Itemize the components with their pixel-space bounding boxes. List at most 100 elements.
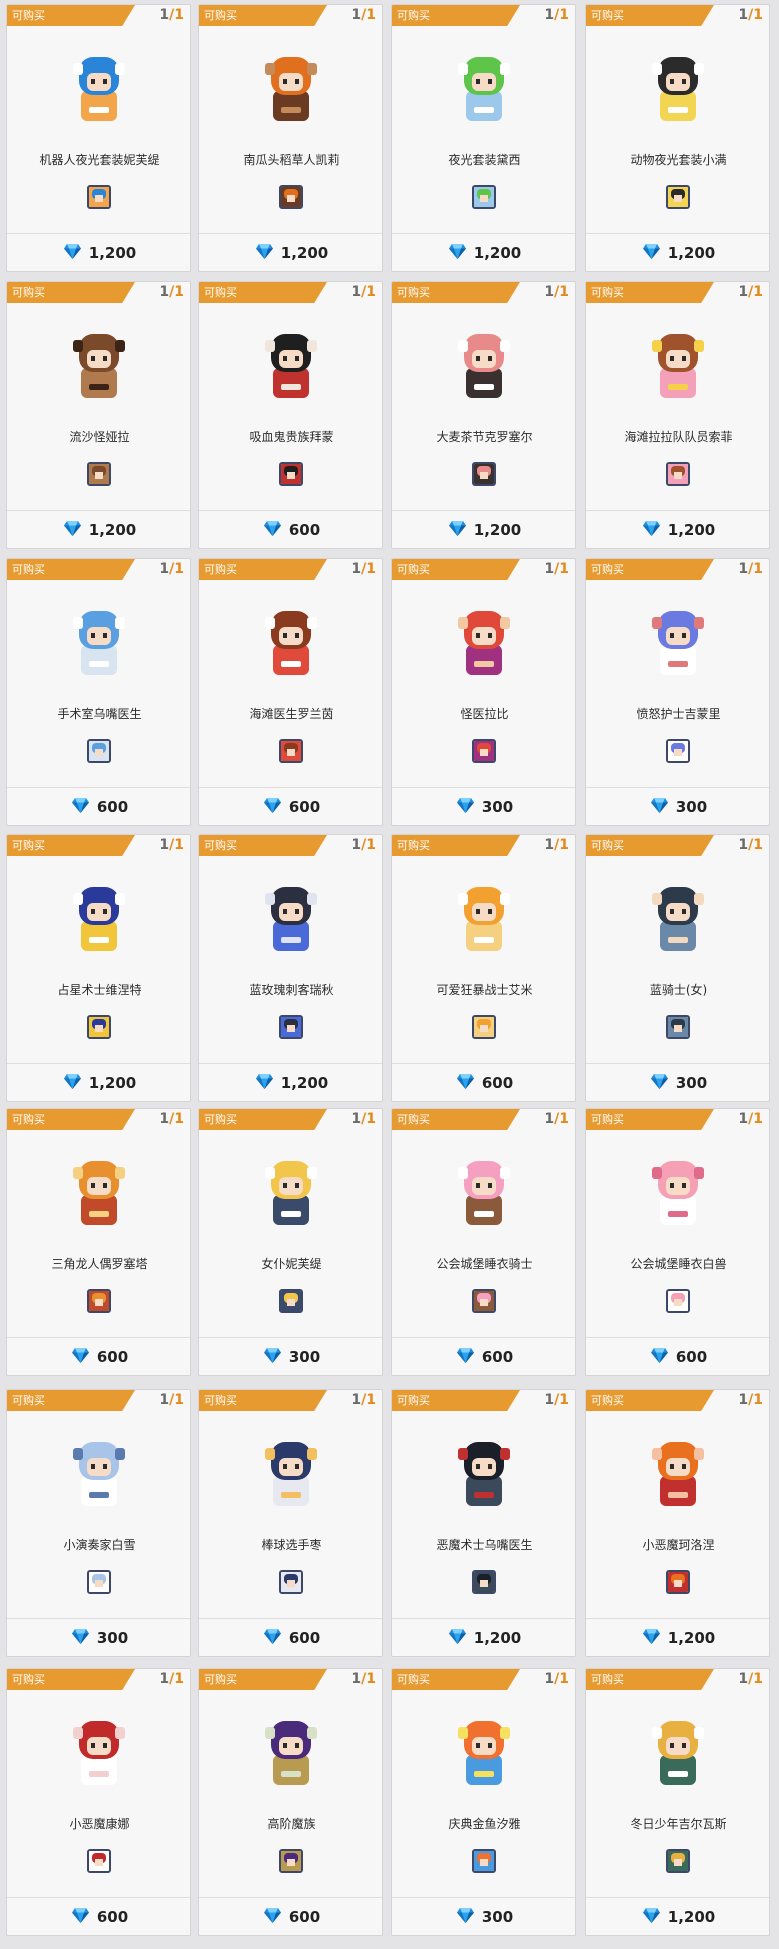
character-thumbnail <box>472 185 496 209</box>
purchase-limit: 1/1 <box>351 7 376 23</box>
character-thumbnail <box>472 1015 496 1039</box>
character-portrait <box>434 873 534 963</box>
character-thumbnail <box>666 739 690 763</box>
purchased-count: 1 <box>544 1392 555 1408</box>
price-row: 1,200 <box>392 511 575 548</box>
price-value: 600 <box>675 1348 708 1366</box>
purchase-limit: 1/1 <box>159 284 184 300</box>
shop-item-card[interactable]: 可购买 1/1 占星术士维涅特 1,200 <box>6 834 191 1102</box>
price-value: 1,200 <box>88 1074 137 1092</box>
diamond-icon <box>456 1907 475 1928</box>
purchase-limit: 1/1 <box>738 1392 763 1408</box>
purchasable-label: 可购买 <box>204 1394 237 1407</box>
limit-count: 1 <box>753 1111 763 1127</box>
price-value: 300 <box>481 798 514 816</box>
shop-item-card[interactable]: 可购买 1/1 南瓜头稻草人凯莉 1,200 <box>198 4 383 272</box>
character-thumbnail <box>87 1570 111 1594</box>
shop-item-card[interactable]: 可购买 1/1 三角龙人偶罗塞塔 600 <box>6 1108 191 1376</box>
character-portrait <box>434 1147 534 1237</box>
purchase-limit: 1/1 <box>544 561 569 577</box>
shop-item-card[interactable]: 可购买 1/1 手术室乌嘴医生 600 <box>6 558 191 826</box>
shop-item-card[interactable]: 可购买 1/1 海滩医生罗兰茵 600 <box>198 558 383 826</box>
purchase-limit: 1/1 <box>159 1392 184 1408</box>
diamond-icon <box>71 1347 90 1368</box>
limit-count: 1 <box>366 837 376 853</box>
item-name: 高阶魔族 <box>267 1817 316 1831</box>
limit-count: 1 <box>174 561 184 577</box>
purchasable-label: 可购买 <box>12 1113 45 1126</box>
shop-item-card[interactable]: 可购买 1/1 夜光套装黛西 1,200 <box>391 4 576 272</box>
character-portrait <box>241 43 341 133</box>
price-value: 1,200 <box>280 1074 329 1092</box>
shop-item-card[interactable]: 可购买 1/1 女仆妮芙缇 300 <box>198 1108 383 1376</box>
shop-item-card[interactable]: 可购买 1/1 棒球选手枣 600 <box>198 1389 383 1657</box>
diamond-icon <box>263 1907 282 1928</box>
item-name: 动物夜光套装小满 <box>630 153 727 167</box>
limit-count: 1 <box>174 1111 184 1127</box>
item-name: 小演奏家白雪 <box>63 1538 136 1552</box>
limit-count: 1 <box>559 1671 569 1687</box>
shop-item-card[interactable]: 可购买 1/1 蓝骑士(女) 300 <box>585 834 770 1102</box>
purchasable-label: 可购买 <box>12 1394 45 1407</box>
shop-item-card[interactable]: 可购买 1/1 小恶魔珂洛涅 1,200 <box>585 1389 770 1657</box>
purchased-count: 1 <box>544 837 555 853</box>
purchasable-tag: 可购买 <box>199 1109 327 1130</box>
purchasable-tag: 可购买 <box>7 1109 135 1130</box>
character-portrait <box>241 1147 341 1237</box>
shop-item-card[interactable]: 可购买 1/1 蓝玫瑰刺客瑞秋 1,200 <box>198 834 383 1102</box>
diamond-icon <box>63 243 82 264</box>
shop-item-card[interactable]: 可购买 1/1 公会城堡睡衣骑士 600 <box>391 1108 576 1376</box>
purchasable-label: 可购买 <box>397 839 430 852</box>
item-name: 海滩拉拉队队员索菲 <box>624 430 733 444</box>
price-value: 300 <box>675 798 708 816</box>
shop-item-card[interactable]: 可购买 1/1 机器人夜光套装妮芙缇 1,200 <box>6 4 191 272</box>
shop-item-card[interactable]: 可购买 1/1 怪医拉比 300 <box>391 558 576 826</box>
purchase-limit: 1/1 <box>159 837 184 853</box>
shop-item-card[interactable]: 可购买 1/1 庆典金鱼汐雅 300 <box>391 1668 576 1936</box>
limit-count: 1 <box>753 1671 763 1687</box>
shop-item-card[interactable]: 可购买 1/1 冬日少年吉尔瓦斯 1,200 <box>585 1668 770 1936</box>
price-value: 1,200 <box>280 244 329 262</box>
price-value: 1,200 <box>667 1629 716 1647</box>
purchase-limit: 1/1 <box>738 1671 763 1687</box>
price-row: 1,200 <box>586 1898 769 1935</box>
shop-item-card[interactable]: 可购买 1/1 大麦茶节克罗塞尔 1,200 <box>391 281 576 549</box>
purchasable-tag: 可购买 <box>392 835 520 856</box>
price-value: 600 <box>288 1629 321 1647</box>
price-row: 1,200 <box>199 1064 382 1101</box>
shop-item-card[interactable]: 可购买 1/1 小恶魔康娜 600 <box>6 1668 191 1936</box>
shop-item-card[interactable]: 可购买 1/1 高阶魔族 600 <box>198 1668 383 1936</box>
diamond-icon <box>642 243 661 264</box>
shop-item-card[interactable]: 可购买 1/1 公会城堡睡衣白兽 600 <box>585 1108 770 1376</box>
purchasable-tag: 可购买 <box>199 1669 327 1690</box>
item-name: 南瓜头稻草人凯莉 <box>243 153 340 167</box>
shop-item-card[interactable]: 可购买 1/1 吸血鬼贵族拜蒙 600 <box>198 281 383 549</box>
character-portrait <box>49 873 149 963</box>
price-value: 1,200 <box>667 521 716 539</box>
shop-item-card[interactable]: 可购买 1/1 愤怒护士吉蒙里 300 <box>585 558 770 826</box>
shop-item-card[interactable]: 可购买 1/1 恶魔术士乌嘴医生 1,200 <box>391 1389 576 1657</box>
character-thumbnail <box>87 1849 111 1873</box>
purchased-count: 1 <box>544 284 555 300</box>
shop-item-card[interactable]: 可购买 1/1 动物夜光套装小满 1,200 <box>585 4 770 272</box>
shop-item-card[interactable]: 可购买 1/1 小演奏家白雪 300 <box>6 1389 191 1657</box>
price-value: 1,200 <box>667 1908 716 1926</box>
purchased-count: 1 <box>351 837 362 853</box>
shop-item-card[interactable]: 可购买 1/1 可爱狂暴战士艾米 600 <box>391 834 576 1102</box>
item-name: 恶魔术士乌嘴医生 <box>436 1538 533 1552</box>
character-thumbnail <box>279 185 303 209</box>
purchasable-tag: 可购买 <box>199 282 327 303</box>
price-value: 1,200 <box>473 1629 522 1647</box>
character-thumbnail <box>279 1289 303 1313</box>
shop-item-card[interactable]: 可购买 1/1 流沙怪娅拉 1,200 <box>6 281 191 549</box>
purchasable-label: 可购买 <box>591 563 624 576</box>
character-portrait <box>434 1428 534 1518</box>
price-value: 600 <box>288 521 321 539</box>
shop-item-card[interactable]: 可购买 1/1 海滩拉拉队队员索菲 1,200 <box>585 281 770 549</box>
item-name: 公会城堡睡衣骑士 <box>436 1257 533 1271</box>
purchase-limit: 1/1 <box>159 1111 184 1127</box>
price-row: 300 <box>7 1619 190 1656</box>
purchasable-label: 可购买 <box>12 1673 45 1686</box>
purchase-limit: 1/1 <box>159 7 184 23</box>
purchased-count: 1 <box>738 1671 749 1687</box>
